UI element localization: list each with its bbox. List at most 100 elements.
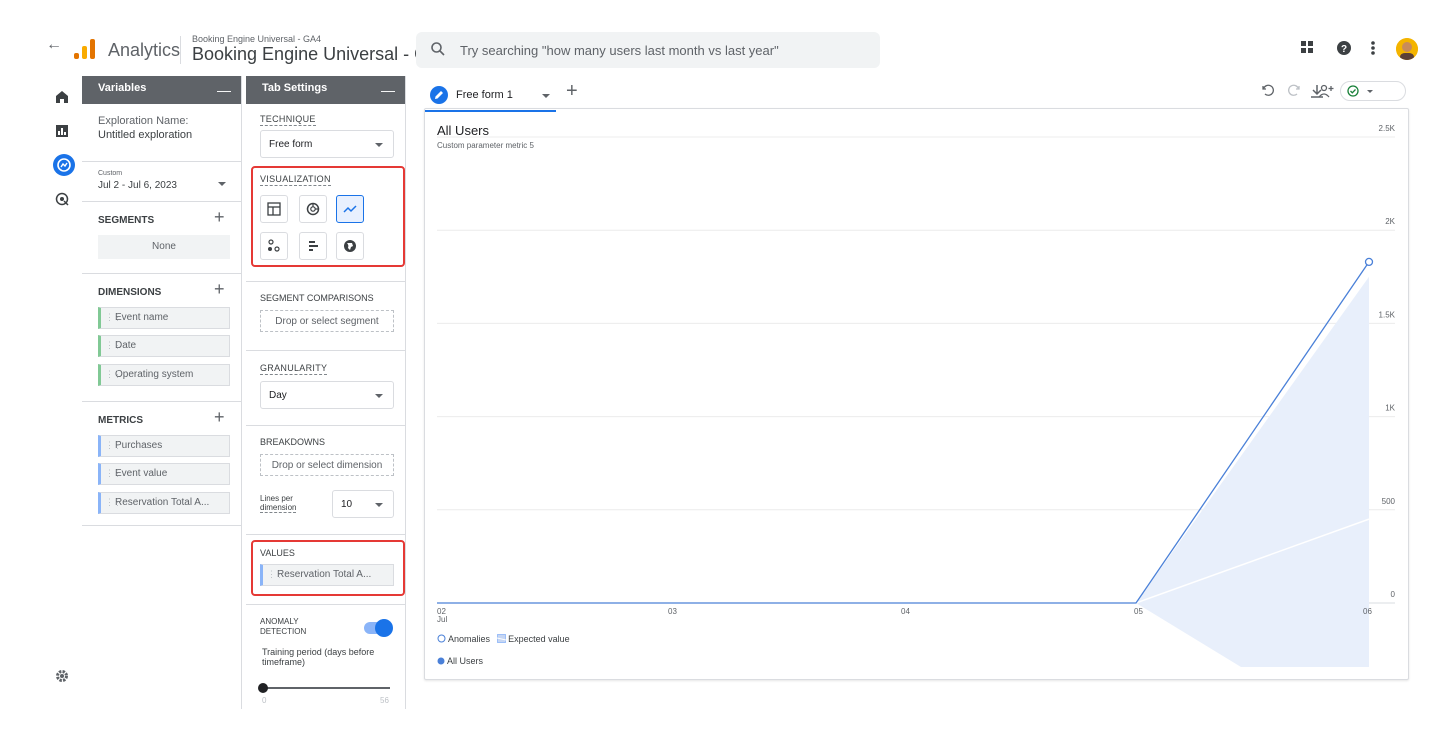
tab-caret-icon[interactable]	[542, 94, 550, 98]
property-selector[interactable]: Booking Engine Universal - G...	[192, 44, 443, 65]
back-arrow-icon[interactable]: ←	[46, 36, 62, 54]
advertising-icon[interactable]	[55, 192, 69, 206]
admin-gear-icon[interactable]	[55, 669, 69, 683]
donut-chart-icon	[306, 202, 320, 216]
status-caret-icon	[1367, 90, 1373, 93]
viz-table-button[interactable]	[260, 195, 288, 223]
collapse-tab-settings-button[interactable]: —	[381, 82, 395, 98]
drag-handle-icon[interactable]: ⋮⋮	[105, 340, 122, 351]
training-period-label: Training period (days before timeframe)	[262, 647, 375, 667]
dimensions-title: DIMENSIONS	[98, 287, 162, 298]
search-input[interactable]	[460, 32, 870, 68]
header-divider	[180, 36, 181, 64]
metrics-title: METRICS	[98, 415, 143, 426]
dimension-chip-label: Event name	[115, 312, 169, 323]
date-range-value[interactable]: Jul 2 - Jul 6, 2023	[98, 180, 177, 191]
apps-grid-icon[interactable]	[1300, 40, 1314, 54]
legend-anomalies[interactable]: Anomalies Expected value	[437, 634, 570, 644]
add-metric-button[interactable]: +	[214, 407, 225, 428]
metric-chip-label: Purchases	[115, 440, 163, 451]
lines-per-label-line1: Lines per	[260, 494, 293, 503]
home-icon[interactable]	[55, 90, 69, 104]
granularity-select[interactable]: Day	[260, 381, 394, 409]
more-vert-icon[interactable]	[1370, 40, 1376, 56]
redo-icon[interactable]	[1286, 84, 1300, 98]
tab-label: Free form 1	[456, 89, 513, 101]
technique-select[interactable]: Free form	[260, 130, 394, 158]
technique-label: TECHNIQUE	[260, 114, 316, 126]
add-segment-button[interactable]: +	[214, 207, 225, 228]
drag-handle-icon[interactable]: ⋮⋮	[105, 312, 122, 323]
undo-icon[interactable]	[1262, 84, 1276, 98]
viz-donut-button[interactable]	[299, 195, 327, 223]
granularity-label: GRANULARITY	[260, 363, 328, 375]
lines-per-dimension-label: Lines per dimension	[260, 494, 297, 513]
breakdowns-label: BREAKDOWNS	[260, 437, 326, 447]
lines-per-dimension-select[interactable]: 10	[332, 490, 394, 518]
check-circle-icon	[1347, 85, 1359, 97]
viz-line-button[interactable]	[336, 195, 364, 223]
edit-pencil-icon[interactable]	[430, 86, 448, 104]
viz-geo-button[interactable]	[336, 232, 364, 260]
breakdown-dropzone[interactable]: Drop or select dimension	[260, 454, 394, 476]
legend-series[interactable]: All Users	[437, 656, 483, 666]
anomaly-label-line1: ANOMALY	[260, 617, 299, 626]
exploration-name-label: Exploration Name:	[98, 115, 189, 127]
date-range-section[interactable]: Custom Jul 2 - Jul 6, 2023	[82, 162, 242, 202]
dimension-chip[interactable]: ⋮⋮ Event name	[98, 307, 230, 329]
line-chart-icon	[343, 205, 357, 213]
metric-chip[interactable]: ⋮⋮ Event value	[98, 463, 230, 485]
drag-handle-icon[interactable]: ⋮⋮	[267, 569, 284, 580]
drag-handle-icon[interactable]: ⋮⋮	[105, 497, 122, 508]
scatter-plot-icon	[268, 239, 280, 252]
date-range-caret-icon[interactable]	[218, 182, 226, 186]
reports-icon[interactable]	[55, 124, 69, 138]
dimensions-section: DIMENSIONS + ⋮⋮ Event name ⋮⋮ Date ⋮⋮ Opera…	[82, 274, 242, 402]
viz-bar-button[interactable]	[299, 232, 327, 260]
add-dimension-button[interactable]: +	[214, 279, 225, 300]
table-icon	[267, 202, 281, 216]
technique-caret-icon	[375, 143, 383, 147]
nav-rail	[44, 72, 82, 709]
exploration-name-value[interactable]: Untitled exploration	[98, 129, 192, 141]
help-icon[interactable]: ?	[1336, 40, 1352, 56]
lines-per-label-line2: dimension	[260, 503, 297, 513]
add-tab-button[interactable]: +	[566, 80, 578, 103]
metric-chip[interactable]: ⋮⋮ Purchases	[98, 435, 230, 457]
dimension-chip[interactable]: ⋮⋮ Operating system	[98, 364, 230, 386]
property-account-label[interactable]: Booking Engine Universal - GA4	[192, 34, 321, 44]
granularity-caret-icon	[375, 394, 383, 398]
slider-max-label: 56	[380, 696, 389, 705]
segment-dropzone[interactable]: Drop or select segment	[260, 310, 394, 332]
app-name: Analytics	[108, 40, 181, 60]
share-icon[interactable]	[1318, 84, 1334, 98]
drag-handle-icon[interactable]: ⋮⋮	[105, 369, 122, 380]
value-chip-label: Reservation Total A...	[277, 569, 372, 580]
anomaly-detection-toggle[interactable]	[364, 619, 393, 637]
drag-handle-icon[interactable]: ⋮⋮	[105, 468, 122, 479]
tab-settings-panel: Tab Settings — TECHNIQUE Free form VISUA…	[246, 76, 406, 709]
drag-handle-icon[interactable]: ⋮⋮	[105, 440, 122, 451]
slider-min-label: 0	[262, 696, 267, 705]
value-chip[interactable]: ⋮⋮ Reservation Total A...	[260, 564, 394, 586]
dimension-chip[interactable]: ⋮⋮ Date	[98, 335, 230, 357]
lines-per-caret-icon	[375, 503, 383, 507]
search-bar[interactable]	[416, 32, 880, 68]
viz-scatter-button[interactable]	[260, 232, 288, 260]
metric-chip-label: Reservation Total A...	[115, 497, 210, 508]
user-avatar[interactable]	[1396, 38, 1418, 60]
legend-anomalies-label: Anomalies	[448, 634, 491, 644]
metric-chip[interactable]: ⋮⋮ Reservation Total A...	[98, 492, 230, 514]
section-divider	[246, 604, 406, 605]
collapse-variables-button[interactable]: —	[217, 82, 231, 98]
training-period-slider-track[interactable]	[262, 687, 390, 689]
lines-per-dimension-value: 10	[341, 499, 353, 510]
variables-header: Variables —	[82, 76, 241, 104]
svg-text:?: ?	[1341, 44, 1347, 55]
explore-icon[interactable]	[53, 154, 75, 176]
variables-panel: Variables — Exploration Name: Untitled e…	[82, 76, 242, 709]
status-check-dropdown[interactable]	[1340, 81, 1406, 101]
training-period-slider-handle[interactable]	[258, 683, 268, 693]
legend-series-label: All Users	[447, 656, 484, 666]
avatar-face-icon	[1396, 38, 1418, 60]
